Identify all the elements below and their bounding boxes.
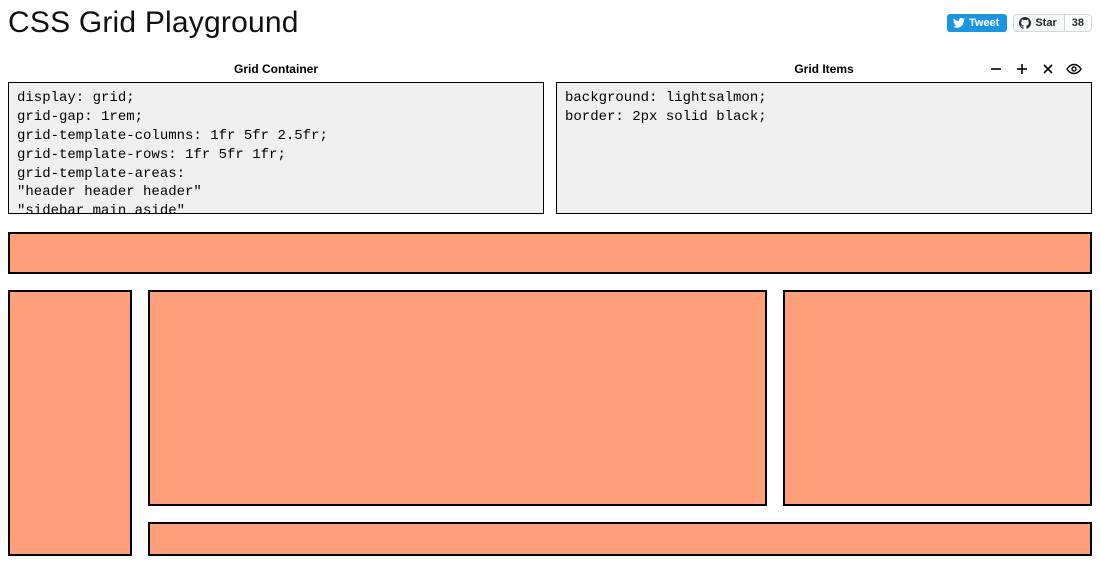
clear-items-button[interactable]	[1040, 61, 1056, 77]
top-buttons: Tweet Star 38	[947, 14, 1092, 32]
grid-cell-main	[148, 290, 767, 506]
grid-container-header: Grid Container	[8, 60, 544, 78]
grid-cell-aside	[783, 290, 1092, 506]
grid-container-label: Grid Container	[234, 62, 318, 76]
grid-items-label: Grid Items	[794, 62, 853, 76]
grid-container-code[interactable]: display: grid; grid-gap: 1rem; grid-temp…	[17, 89, 535, 207]
add-item-button[interactable]	[1014, 61, 1030, 77]
grid-container-codebox[interactable]: display: grid; grid-gap: 1rem; grid-temp…	[8, 82, 544, 214]
grid-cell-header	[8, 232, 1092, 274]
minus-icon	[990, 63, 1002, 75]
grid-cell-sidebar	[8, 290, 132, 556]
grid-items-code[interactable]: background: lightsalmon; border: 2px sol…	[565, 89, 1083, 207]
twitter-icon	[953, 18, 965, 28]
grid-preview	[8, 232, 1092, 556]
grid-container-editor: Grid Container display: grid; grid-gap: …	[8, 60, 544, 214]
remove-item-button[interactable]	[988, 61, 1004, 77]
github-star-button[interactable]: Star	[1013, 14, 1064, 32]
grid-items-editor: Grid Items backgroun	[556, 60, 1092, 214]
github-icon	[1019, 17, 1031, 29]
grid-items-controls	[988, 61, 1082, 77]
github-star-count[interactable]: 38	[1065, 14, 1092, 32]
plus-icon	[1016, 63, 1028, 75]
grid-items-codebox[interactable]: background: lightsalmon; border: 2px sol…	[556, 82, 1092, 214]
tweet-button-label: Tweet	[969, 17, 999, 29]
github-star-group: Star 38	[1013, 14, 1092, 32]
editors-row: Grid Container display: grid; grid-gap: …	[8, 60, 1092, 214]
grid-cell-footer	[148, 522, 1092, 556]
eye-icon	[1066, 63, 1082, 75]
page-title: CSS Grid Playground	[8, 6, 299, 40]
grid-items-header: Grid Items	[556, 60, 1092, 78]
tweet-button[interactable]: Tweet	[947, 14, 1007, 32]
toggle-preview-button[interactable]	[1066, 61, 1082, 77]
github-star-label: Star	[1035, 17, 1056, 29]
topbar: CSS Grid Playground Tweet Star 38	[8, 6, 1092, 40]
close-icon	[1042, 63, 1054, 75]
